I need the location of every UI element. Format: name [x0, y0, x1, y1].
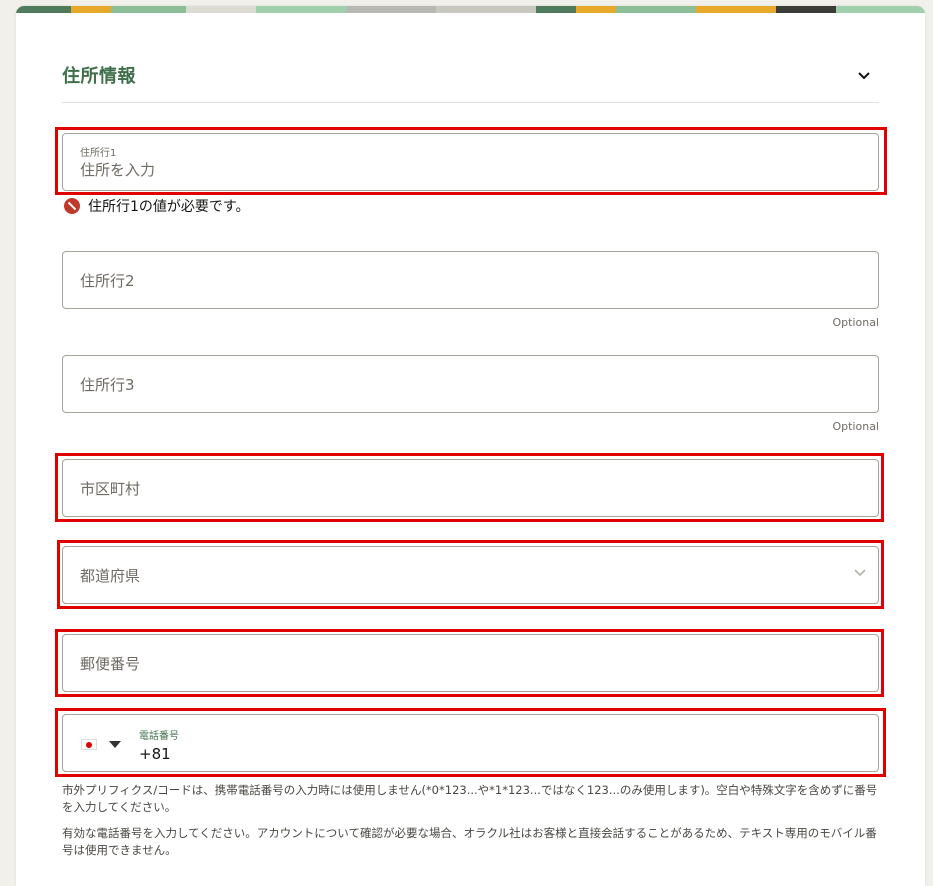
highlight-prefecture [57, 540, 884, 609]
phone-mobile-hint: 有効な電話番号を入力してください。アカウントについて確認が必要な場合、オラクル社… [62, 826, 877, 857]
address-line2-optional: Optional [832, 316, 879, 329]
address-line1-error: 住所行1の値が必要です。 [64, 196, 250, 216]
highlight-city [55, 453, 884, 522]
error-icon [64, 198, 80, 214]
address-line2-placeholder: 住所行2 [80, 272, 135, 290]
chevron-down-icon[interactable] [854, 68, 874, 84]
error-message: 住所行1の値が必要です。 [88, 199, 250, 215]
header-banner-image [16, 6, 925, 13]
phone-prefix-hint: 市外プリフィクス/コードは、携帯電話番号の入力時には使用しません(*0*123.… [62, 783, 878, 814]
highlight-postal-code [55, 629, 884, 697]
section-title: 住所情報 [62, 66, 136, 87]
highlight-phone [55, 708, 886, 777]
address-line2-field[interactable]: 住所行2 [62, 251, 879, 309]
address-line3-placeholder: 住所行3 [80, 376, 135, 394]
section-divider [62, 102, 879, 103]
address-line3-field[interactable]: 住所行3 [62, 355, 879, 413]
highlight-address-line1 [55, 127, 887, 195]
address-line3-optional: Optional [832, 420, 879, 433]
